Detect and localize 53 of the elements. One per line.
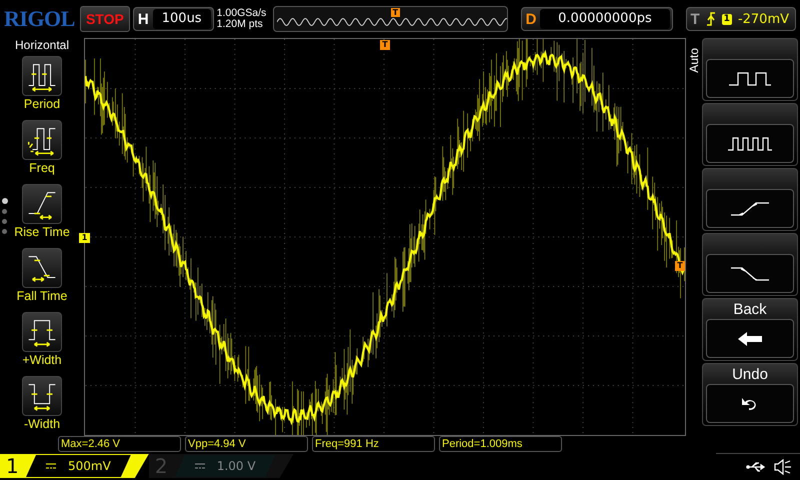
brand-logo: RIGOL: [4, 6, 76, 32]
delay-value: 0.00000000ps: [540, 9, 670, 29]
channel-number: 1: [6, 454, 20, 478]
measure-button[interactable]: [22, 120, 62, 160]
channel-ground-marker: 1: [79, 233, 90, 243]
measurement-readout: Freq=991 Hz: [312, 436, 435, 452]
measurement-readout: Max=2.46 V: [58, 436, 181, 452]
measure-button[interactable]: [22, 376, 62, 416]
measure-label: Rise Time: [14, 224, 70, 240]
softkey-button[interactable]: [702, 103, 798, 166]
rising-edge-icon: [706, 12, 716, 26]
trigger-position-marker: T: [380, 40, 390, 50]
run-stop-button[interactable]: STOP: [80, 6, 130, 32]
trigger-source-badge: 1: [722, 14, 732, 24]
back-arrow-icon: [737, 330, 763, 346]
square-wave-icon: [728, 70, 772, 86]
measure-label: -Width: [24, 416, 60, 432]
measure-button[interactable]: [22, 312, 62, 352]
measure-button[interactable]: [22, 248, 62, 288]
softkey-button[interactable]: Undo: [702, 363, 798, 426]
delay-label: D: [526, 10, 536, 28]
dc-coupling-icon: [194, 463, 205, 469]
trigger-label: T: [690, 10, 700, 28]
trigger-position-marker: T: [390, 8, 400, 17]
rising-edge-icon: [730, 200, 770, 216]
measure-label: Freq: [29, 160, 55, 176]
channel-scale: 500mV: [68, 459, 111, 473]
channel-scale: 1.00 V: [216, 459, 256, 473]
usb-icon: [746, 460, 768, 472]
measure-button[interactable]: [22, 184, 62, 224]
softkey-button[interactable]: Back: [702, 298, 798, 361]
memory-depth: 1.20M pts: [216, 19, 264, 30]
measurement-readout: Period=1.009ms: [439, 436, 562, 452]
falling-edge-icon: [730, 266, 770, 282]
horizontal-label: H: [138, 10, 149, 28]
speaker-icon: [774, 458, 792, 474]
trigger-level: -270mV: [738, 12, 789, 26]
timebase-box[interactable]: H 100us: [132, 7, 214, 31]
measure-button[interactable]: [22, 56, 62, 96]
trigger-box[interactable]: T 1 -270mV: [686, 7, 796, 31]
measurement-readout: Vpp=4.94 V: [185, 436, 308, 452]
trigger-level-marker: T: [675, 261, 685, 271]
pulse-train-icon: [727, 136, 773, 152]
menu-title: Horizontal: [14, 38, 70, 52]
measure-label: +Width: [22, 352, 62, 368]
menu-side-label: Auto: [687, 48, 701, 73]
measure-label: Fall Time: [16, 288, 68, 304]
delay-box[interactable]: D 0.00000000ps: [520, 7, 672, 31]
dc-coupling-icon: [46, 463, 56, 469]
channel-tab[interactable]: 1 500mV: [0, 454, 149, 478]
measure-label: Period: [24, 96, 60, 112]
sample-rate: 1.00GSa/s: [216, 8, 268, 19]
timebase-value: 100us: [152, 9, 211, 29]
